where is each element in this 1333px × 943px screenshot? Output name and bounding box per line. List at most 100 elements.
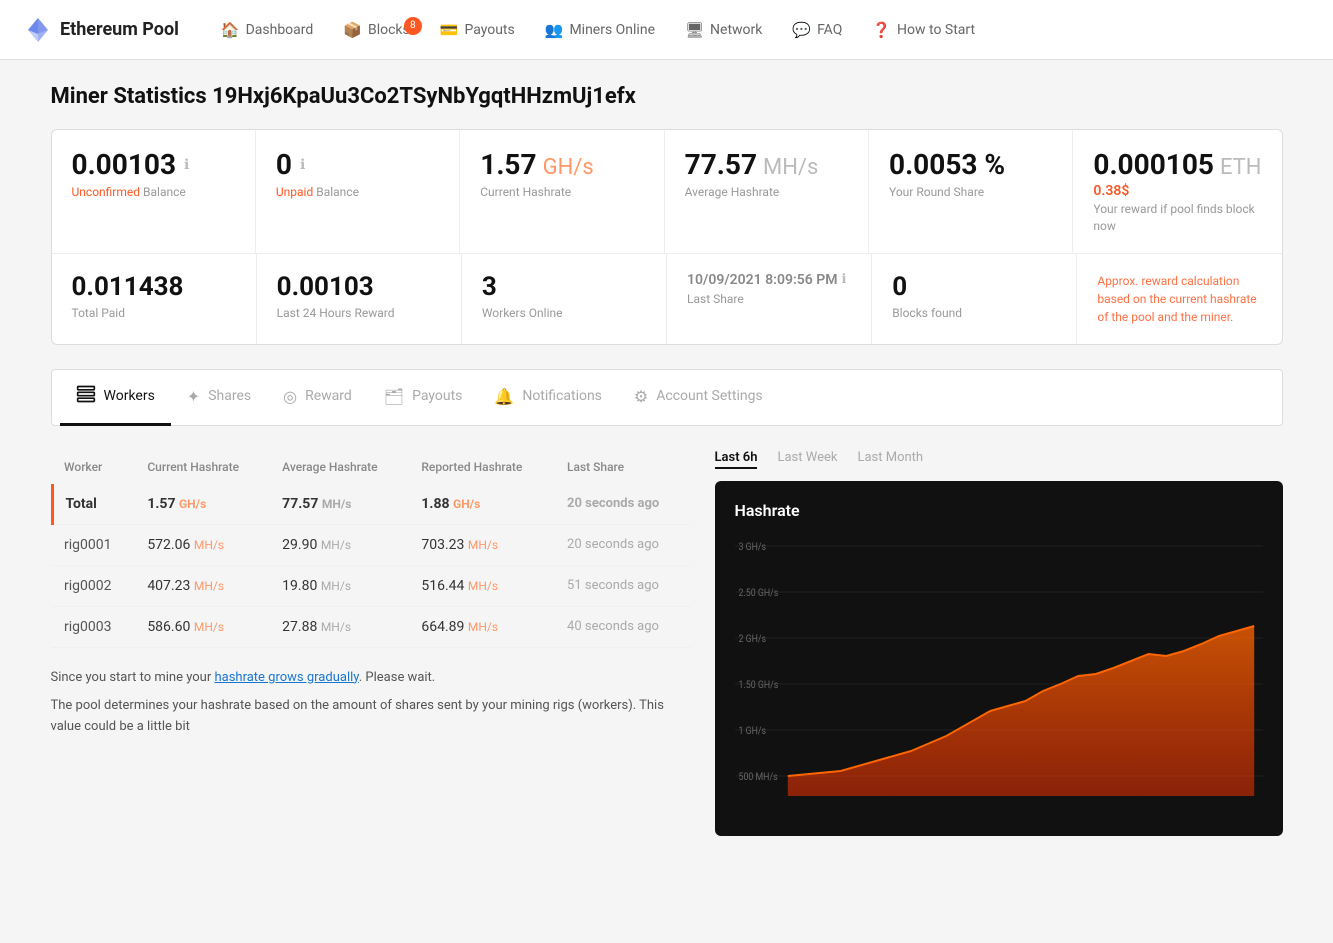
nav-howto[interactable]: ❓ How to Start (858, 13, 989, 47)
total-reported-unit: GH/s (453, 497, 480, 511)
shares-tab-icon: ✦ (187, 387, 200, 406)
rig0002-current-unit: MH/s (194, 579, 224, 593)
total-lastshare: 20 seconds ago (555, 484, 690, 525)
chart-title: Hashrate (735, 501, 1263, 520)
total-reported: 1.88 GH/s (409, 484, 555, 525)
nav-faq[interactable]: 💬 FAQ (778, 13, 856, 47)
rig0001-reported: 703.23 MH/s (409, 524, 555, 565)
hashrate-chart: 3 GH/s 2.50 GH/s 2 GH/s 1.50 GH/s 1 GH/s… (735, 536, 1263, 816)
stat-last-share: 10/09/2021 8:09:56 PM ℹ Last Share (667, 254, 872, 344)
workers-label: Workers Online (482, 306, 646, 320)
ethereum-logo-icon (24, 16, 52, 44)
svg-text:1.50 GH/s: 1.50 GH/s (738, 679, 778, 691)
nav-miners[interactable]: 👥 Miners Online (531, 13, 669, 47)
total-current-unit: GH/s (179, 497, 206, 511)
tab-account[interactable]: ⚙ Account Settings (618, 373, 779, 423)
info-text-1: Since you start to mine your hashrate gr… (51, 668, 691, 689)
rig0002-current: 407.23 MH/s (135, 565, 270, 606)
table-row: rig0001 572.06 MH/s 29.90 MH/s 703.23 MH… (52, 524, 691, 565)
hashrate-link[interactable]: hashrate grows gradually (214, 670, 358, 685)
rig0003-reported-unit: MH/s (468, 620, 498, 634)
chart-tab-week[interactable]: Last Week (777, 450, 837, 469)
nav-blocks[interactable]: 📦 Blocks 8 (329, 13, 423, 47)
page-title: Miner Statistics 19Hxj6KpaUu3Co2TSyNbYgq… (51, 84, 1283, 109)
payouts-icon: 💳 (440, 21, 459, 39)
stats-row-1: 0.00103 ℹ Unconfirmed Balance 0 ℹ Unpaid… (52, 130, 1282, 254)
blocks-found-label: Blocks found (892, 306, 1056, 320)
stat-average-hashrate: 77.57 MH/s Average Hashrate (665, 130, 869, 253)
chart-tab-6h[interactable]: Last 6h (715, 450, 758, 469)
rig0003-average: 27.88 MH/s (270, 606, 409, 647)
tab-workers-label: Workers (104, 388, 155, 404)
network-icon: 🖥 (685, 21, 704, 39)
table-row-total: Total 1.57 GH/s 77.57 MH/s 1.88 GH/s (52, 484, 691, 525)
table-row: rig0003 586.60 MH/s 27.88 MH/s 664.89 MH… (52, 606, 691, 647)
rig0002-reported-unit: MH/s (468, 579, 498, 593)
rig0003-name: rig0003 (52, 606, 135, 647)
tab-payouts[interactable]: 🗂 Payouts (368, 373, 479, 423)
rig0001-reported-unit: MH/s (468, 538, 498, 552)
tab-shares-label: Shares (208, 388, 251, 404)
total-current: 1.57 GH/s (135, 484, 270, 525)
tab-notifications[interactable]: 🔔 Notifications (478, 373, 618, 423)
info-text-2: The pool determines your hashrate based … (51, 696, 691, 738)
unpaid-info-icon[interactable]: ℹ (300, 157, 305, 173)
notifications-tab-icon: 🔔 (494, 387, 514, 406)
rig0001-name: rig0001 (52, 524, 135, 565)
round-share-value: 0.0053 % (889, 148, 1005, 181)
rig0002-reported: 516.44 MH/s (409, 565, 555, 606)
chart-tab-month[interactable]: Last Month (857, 450, 923, 469)
stat-reward-note-cell: Approx. reward calculation based on the … (1077, 254, 1281, 344)
workers-tab-icon (76, 384, 96, 409)
reward-eth-value: 0.000105 (1093, 148, 1214, 181)
total-paid-label: Total Paid (72, 306, 236, 320)
tabs-bar: Workers ✦ Shares ◎ Reward 🗂 Payouts 🔔 No… (51, 369, 1283, 426)
last-share-label: Last Share (687, 292, 851, 306)
content-area: Worker Current Hashrate Average Hashrate… (51, 450, 1283, 836)
rig0002-name: rig0002 (52, 565, 135, 606)
reward-note: Your reward if pool finds block now (1093, 201, 1261, 235)
stat-round-share: 0.0053 % Your Round Share (869, 130, 1073, 253)
table-section: Worker Current Hashrate Average Hashrate… (51, 450, 691, 836)
payouts-tab-icon: 🗂 (384, 387, 404, 406)
nav-dashboard[interactable]: 🏠 Dashboard (207, 13, 327, 47)
last-share-info-icon[interactable]: ℹ (841, 272, 846, 287)
rig0003-reported: 664.89 MH/s (409, 606, 555, 647)
tab-shares[interactable]: ✦ Shares (171, 373, 267, 423)
stat-unpaid: 0 ℹ Unpaid Balance (256, 130, 460, 253)
average-hashrate-label: Average Hashrate (685, 185, 848, 199)
main-nav: 🏠 Dashboard 📦 Blocks 8 💳 Payouts 👥 Miner… (207, 13, 1309, 47)
last24h-value: 0.00103 (277, 272, 441, 302)
logo[interactable]: Ethereum Pool (24, 16, 179, 44)
rig0002-average-unit: MH/s (321, 579, 351, 593)
home-icon: 🏠 (221, 21, 240, 39)
tab-account-label: Account Settings (656, 388, 762, 404)
svg-text:2 GH/s: 2 GH/s (738, 633, 766, 645)
svg-text:2.50 GH/s: 2.50 GH/s (738, 587, 778, 599)
reward-usd: 0.38$ (1093, 183, 1261, 199)
rig0002-lastshare: 51 seconds ago (555, 565, 690, 606)
average-hashrate-value: 77.57 (685, 148, 757, 181)
stats-row-2: 0.011438 Total Paid 0.00103 Last 24 Hour… (52, 254, 1282, 344)
rig0001-current-unit: MH/s (194, 538, 224, 552)
main-content: Miner Statistics 19Hxj6KpaUu3Co2TSyNbYgq… (27, 60, 1307, 860)
svg-text:3 GH/s: 3 GH/s (738, 541, 766, 553)
unconfirmed-info-icon[interactable]: ℹ (184, 157, 189, 173)
nav-payouts[interactable]: 💳 Payouts (426, 13, 529, 47)
header: Ethereum Pool 🏠 Dashboard 📦 Blocks 8 💳 P… (0, 0, 1333, 60)
tab-reward[interactable]: ◎ Reward (267, 373, 368, 423)
rig0003-lastshare: 40 seconds ago (555, 606, 690, 647)
current-hashrate-value: 1.57 (480, 148, 536, 181)
chart-section: Last 6h Last Week Last Month Hashrate (715, 450, 1283, 836)
rig0002-average: 19.80 MH/s (270, 565, 409, 606)
nav-network[interactable]: 🖥 Network (671, 13, 776, 47)
total-average-unit: MH/s (322, 497, 352, 511)
logo-text: Ethereum Pool (60, 19, 179, 40)
tab-reward-label: Reward (305, 388, 352, 404)
account-tab-icon: ⚙ (634, 387, 648, 406)
workers-value: 3 (482, 272, 646, 302)
col-lastshare: Last Share (555, 450, 690, 484)
tab-workers[interactable]: Workers (60, 370, 171, 426)
total-paid-value: 0.011438 (72, 272, 236, 302)
svg-text:1 GH/s: 1 GH/s (738, 725, 766, 737)
